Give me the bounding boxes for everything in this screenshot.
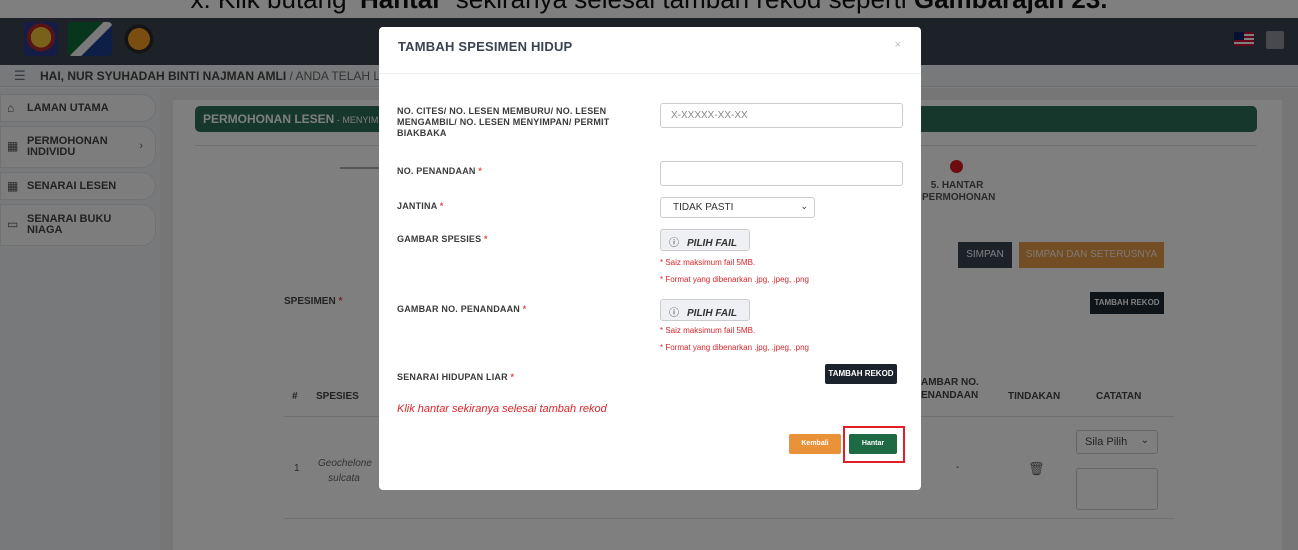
modal-title: TAMBAH SPESIMEN HIDUP — [398, 39, 573, 54]
info-icon: ⓘ — [669, 238, 679, 249]
tambah-rekod-modal-button[interactable]: TAMBAH REKOD — [825, 364, 897, 384]
instruction-note: Klik hantar sekiranya selesai tambah rek… — [397, 403, 607, 415]
senarai-hidupan-liar-label: SENARAI HIDUPAN LIAR * — [397, 372, 515, 382]
penandaan-input[interactable] — [660, 161, 903, 186]
cites-label: NO. CITES/ NO. LESEN MEMBURU/ NO. LESEN … — [397, 106, 610, 138]
size-hint: * Saiz maksimum fail 5MB. — [660, 258, 756, 267]
modal-divider — [379, 73, 921, 74]
size-hint: * Saiz maksimum fail 5MB. — [660, 326, 756, 335]
jantina-label: JANTINA * — [397, 201, 444, 211]
format-hint: * Format yang dibenarkan .jpg, .jpeg, .p… — [660, 343, 809, 352]
gambar-spesies-file-button[interactable]: ⓘ PILIH FAIL — [660, 229, 750, 251]
gambar-spesies-label: GAMBAR SPESIES * — [397, 234, 488, 244]
tambah-spesimen-modal: TAMBAH SPESIMEN HIDUP × NO. CITES/ NO. L… — [379, 27, 921, 490]
gambar-penandaan-label: GAMBAR NO. PENANDAAN * — [397, 304, 527, 314]
jantina-select[interactable]: TIDAK PASTI ⌄ — [660, 197, 815, 218]
gambar-penandaan-file-button[interactable]: ⓘ PILIH FAIL — [660, 299, 750, 321]
cites-input[interactable]: X-XXXXX-XX-XX — [660, 103, 903, 128]
highlight-box — [843, 426, 905, 463]
kembali-button[interactable]: Kembali — [789, 434, 841, 454]
close-icon[interactable]: × — [895, 39, 901, 51]
chevron-down-icon: ⌄ — [800, 201, 808, 211]
format-hint: * Format yang dibenarkan .jpg, .jpeg, .p… — [660, 275, 809, 284]
penandaan-label: NO. PENANDAAN * — [397, 166, 483, 176]
info-icon: ⓘ — [669, 308, 679, 319]
